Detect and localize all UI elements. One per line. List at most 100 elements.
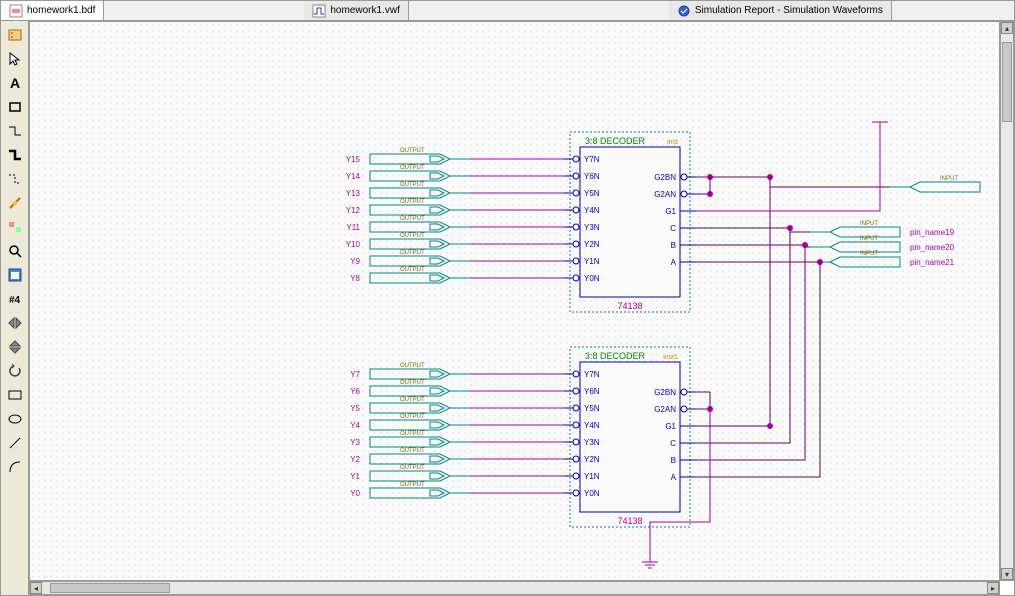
output-label: OUTPUT — [400, 465, 425, 471]
output-pin: Y14OUTPUT — [346, 165, 470, 181]
full-screen-tool[interactable] — [4, 264, 26, 286]
rubberband-tool[interactable] — [4, 192, 26, 214]
block-tool[interactable] — [4, 96, 26, 118]
pin-name: Y6 — [350, 387, 360, 396]
output-label: OUTPUT — [400, 233, 425, 239]
output-label: OUTPUT — [400, 397, 425, 403]
rotate-left-tool[interactable] — [4, 360, 26, 382]
hscroll-thumb[interactable] — [50, 583, 170, 593]
output-pin: Y7 OUTPUT — [350, 363, 470, 379]
tab-label: homework1.bdf — [27, 5, 95, 16]
vwf-icon — [312, 4, 326, 18]
svg-text:Y7N: Y7N — [584, 155, 600, 164]
file-tabs: homework1.bdf homework1.vwf Simulation R… — [1, 1, 1014, 21]
svg-text:G2BN: G2BN — [654, 388, 676, 397]
svg-text:Y1N: Y1N — [584, 472, 600, 481]
oval-tool[interactable] — [4, 408, 26, 430]
output-pin: Y11 OUTPUT — [346, 216, 470, 232]
svg-text:G2AN: G2AN — [654, 405, 676, 414]
partial-line-tool[interactable] — [4, 216, 26, 238]
horizontal-scrollbar[interactable]: ◂ ▸ — [29, 581, 1000, 595]
svg-text:C: C — [670, 224, 676, 233]
input-label: INPUT — [860, 251, 878, 257]
conduit-tool[interactable] — [4, 168, 26, 190]
rectangle-tool[interactable] — [4, 384, 26, 406]
pin-name: Y12 — [346, 206, 361, 215]
sim-icon — [677, 4, 691, 18]
output-label: OUTPUT — [400, 148, 425, 154]
svg-text:A: A — [671, 258, 677, 267]
wire — [696, 137, 880, 211]
decoder-inst: inst1 — [663, 354, 678, 361]
orthogonal-node-tool[interactable] — [4, 120, 26, 142]
pin-name: Y10 — [346, 240, 361, 249]
pin-name: pin_name20 — [910, 243, 955, 252]
tab-vwf[interactable]: homework1.vwf — [304, 1, 408, 20]
svg-text:Y2N: Y2N — [584, 240, 600, 249]
svg-text:B: B — [671, 241, 676, 250]
text-tool[interactable]: A — [4, 72, 26, 94]
decoder-name: 74138 — [617, 301, 642, 311]
output-pin: Y1 OUTPUT — [350, 465, 470, 481]
wire — [696, 187, 770, 426]
pin-name: Y14 — [346, 172, 361, 181]
symbol-tool[interactable] — [4, 24, 26, 46]
svg-text:Y0N: Y0N — [584, 274, 600, 283]
pin-name: Y13 — [346, 189, 361, 198]
tab-label: homework1.vwf — [330, 5, 399, 16]
orthogonal-bus-tool[interactable] — [4, 144, 26, 166]
output-label: OUTPUT — [400, 182, 425, 188]
find-tool[interactable]: #4 — [4, 288, 26, 310]
svg-text:Y7N: Y7N — [584, 370, 600, 379]
pin-name: Y2 — [350, 455, 360, 464]
line-tool[interactable] — [4, 432, 26, 454]
wire — [696, 245, 805, 460]
input-label: INPUT — [940, 176, 958, 182]
arc-tool[interactable] — [4, 456, 26, 478]
decoder-title: 3:8 DECODER — [585, 136, 646, 146]
svg-text:Y4N: Y4N — [584, 206, 600, 215]
output-label: OUTPUT — [400, 414, 425, 420]
schematic-canvas[interactable]: 3:8 DECODERinst74138Y7NY6NY5NY4NY3NY2NY1… — [29, 21, 1000, 581]
canvas-wrap: 3:8 DECODERinst74138Y7NY6NY5NY4NY3NY2NY1… — [29, 21, 1014, 595]
svg-text:G2AN: G2AN — [654, 190, 676, 199]
zoom-tool[interactable] — [4, 240, 26, 262]
scroll-down-button[interactable]: ▾ — [1001, 568, 1013, 580]
output-label: OUTPUT — [400, 363, 425, 369]
vcc-symbol — [872, 122, 888, 137]
output-pin: Y0OUTPUT — [350, 482, 470, 498]
pin-name: Y1 — [350, 472, 360, 481]
svg-text:Y2N: Y2N — [584, 455, 600, 464]
decoder-block: 3:8 DECODERinst74138Y7NY6NY5NY4NY3NY2NY1… — [564, 132, 696, 312]
selection-tool[interactable] — [4, 48, 26, 70]
wire — [770, 177, 890, 187]
output-label: OUTPUT — [400, 199, 425, 205]
output-label: OUTPUT — [400, 216, 425, 222]
schematic-svg: 3:8 DECODERinst74138Y7NY6NY5NY4NY3NY2NY1… — [30, 22, 999, 580]
input-pin: INPUT — [890, 176, 980, 192]
vscroll-thumb[interactable] — [1002, 42, 1012, 122]
svg-text:Y0N: Y0N — [584, 489, 600, 498]
flip-horizontal-tool[interactable] — [4, 312, 26, 334]
left-toolbar: A #4 — [1, 21, 29, 595]
flip-vertical-tool[interactable] — [4, 336, 26, 358]
output-pin: Y2OUTPUT — [350, 448, 470, 464]
tab-sim-report[interactable]: Simulation Report - Simulation Waveforms — [669, 1, 892, 20]
scroll-left-button[interactable]: ◂ — [30, 582, 42, 594]
output-pin: Y15OUTPUT — [346, 148, 470, 164]
scroll-up-button[interactable]: ▴ — [1001, 22, 1013, 34]
output-label: OUTPUT — [400, 380, 425, 386]
pin-name: Y7 — [350, 370, 360, 379]
decoder-inst: inst — [667, 139, 678, 146]
pin-name: Y5 — [350, 404, 360, 413]
pin-name: Y11 — [346, 223, 360, 232]
scroll-right-button[interactable]: ▸ — [987, 582, 999, 594]
decoder-title: 3:8 DECODER — [585, 351, 646, 361]
tab-bdf[interactable]: homework1.bdf — [1, 1, 104, 20]
svg-text:B: B — [671, 456, 676, 465]
svg-text:Y3N: Y3N — [584, 223, 600, 232]
output-pin: Y9OUTPUT — [350, 250, 470, 266]
vertical-scrollbar[interactable]: ▴ ▾ — [1000, 21, 1014, 581]
pin-name: Y3 — [350, 438, 360, 447]
svg-text:A: A — [10, 75, 20, 91]
